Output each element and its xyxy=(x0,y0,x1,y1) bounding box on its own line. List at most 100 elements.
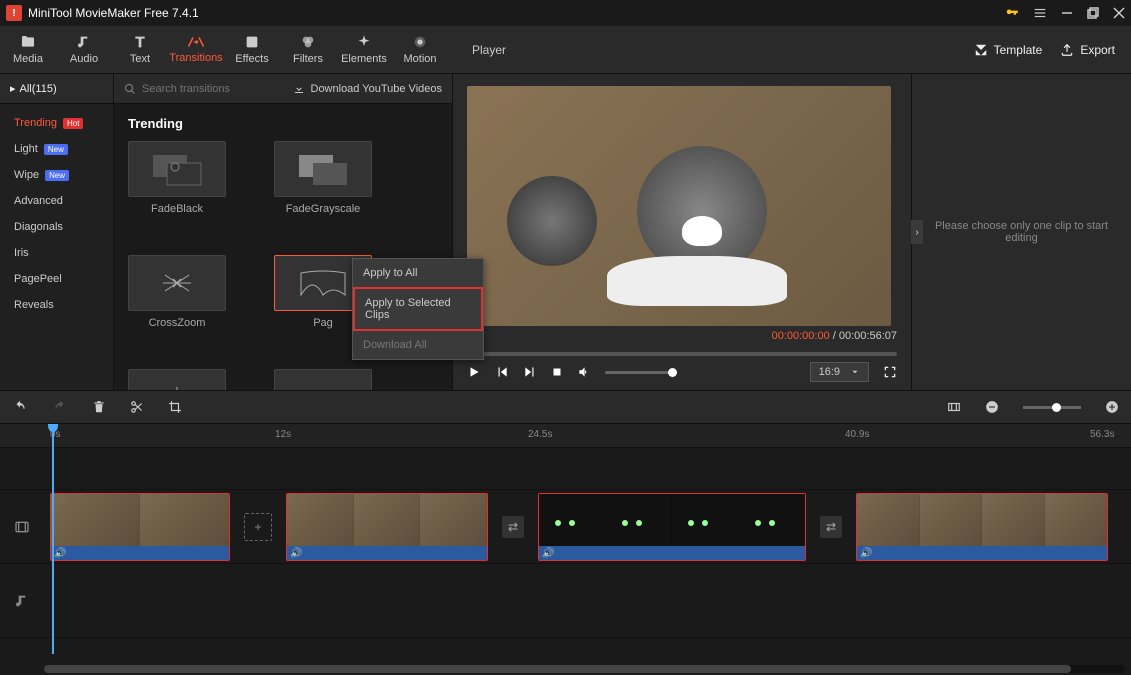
player-panel: 00:00:00:00 / 00:00:56:07 xyxy=(452,74,911,390)
export-button[interactable]: Export xyxy=(1060,43,1115,57)
category-pagepeel[interactable]: PagePeel xyxy=(0,266,113,292)
export-icon xyxy=(1060,43,1074,57)
search-input[interactable] xyxy=(142,83,262,95)
sparkle-icon xyxy=(356,34,372,50)
download-icon xyxy=(293,83,305,95)
audio-track-icon xyxy=(0,564,44,638)
music-note-icon xyxy=(76,34,92,50)
ruler-mark: 40.9s xyxy=(845,429,869,440)
volume-slider[interactable] xyxy=(605,371,677,374)
category-wipe[interactable]: WipeNew xyxy=(0,162,113,188)
category-advanced[interactable]: Advanced xyxy=(0,188,113,214)
timeline-ruler[interactable]: 0s12s24.5s40.9s56.3s xyxy=(0,424,1131,448)
player-label: Player xyxy=(472,43,506,57)
transition-slot-3[interactable]: ⇄ xyxy=(820,516,842,538)
properties-panel: › Please choose only one clip to start e… xyxy=(911,74,1131,390)
crop-button[interactable] xyxy=(168,400,182,414)
close-button[interactable] xyxy=(1113,7,1125,19)
undo-button[interactable] xyxy=(12,400,28,414)
next-frame-button[interactable] xyxy=(523,365,537,379)
motion-icon xyxy=(412,34,428,50)
zoom-fit-button[interactable] xyxy=(947,400,961,414)
template-icon xyxy=(974,43,988,57)
tab-media[interactable]: Media xyxy=(0,34,56,65)
filters-icon xyxy=(300,34,316,50)
audio-track[interactable] xyxy=(44,564,1131,638)
duration: / xyxy=(830,330,839,342)
tab-filters[interactable]: Filters xyxy=(280,34,336,65)
tab-audio[interactable]: Audio xyxy=(56,34,112,65)
category-reveals[interactable]: Reveals xyxy=(0,292,113,318)
maximize-button[interactable] xyxy=(1087,7,1099,19)
tab-transitions[interactable]: Transitions xyxy=(168,34,224,65)
tab-elements[interactable]: Elements xyxy=(336,34,392,65)
ruler-mark: 56.3s xyxy=(1090,429,1114,440)
title-bar: ! MiniTool MovieMaker Free 7.4.1 xyxy=(0,0,1131,26)
timeline: 0s12s24.5s40.9s56.3s 🔊 + 🔊 ⇄ xyxy=(0,424,1131,675)
zoom-slider[interactable] xyxy=(1023,406,1081,409)
license-key-icon[interactable] xyxy=(1005,6,1019,20)
collapse-panel-button[interactable]: › xyxy=(911,220,923,244)
volume-icon[interactable] xyxy=(577,365,591,379)
clip-1[interactable]: 🔊 xyxy=(50,493,230,561)
ruler-mark: 12s xyxy=(275,429,291,440)
transition-thumb-fadegrayscale[interactable]: FadeGrayscale xyxy=(274,141,372,215)
zoom-in-button[interactable] xyxy=(1105,400,1119,414)
section-title: Trending xyxy=(128,116,438,131)
aspect-ratio-select[interactable]: 16:9 xyxy=(810,362,869,382)
category-diagonals[interactable]: Diagonals xyxy=(0,214,113,240)
fullscreen-button[interactable] xyxy=(883,365,897,379)
clip-3[interactable]: 🔊 xyxy=(538,493,806,561)
tab-text[interactable]: Text xyxy=(112,34,168,65)
transition-thumb-burn[interactable]: Burn xyxy=(128,369,226,390)
context-menu: Apply to All Apply to Selected Clips Dow… xyxy=(352,258,484,360)
panel-hint: Please choose only one clip to start edi… xyxy=(922,220,1121,244)
tab-effects[interactable]: Effects xyxy=(224,34,280,65)
template-button[interactable]: Template xyxy=(974,43,1043,57)
redo-button[interactable] xyxy=(52,400,68,414)
playhead[interactable] xyxy=(52,424,54,654)
transition-slot-1[interactable]: + xyxy=(244,513,272,541)
clip-4[interactable]: 🔊 xyxy=(856,493,1108,561)
transition-thumb-crosszoom[interactable]: CrossZoom xyxy=(128,255,226,329)
category-sidebar: ▸ All(115) TrendingHotLightNewWipeNewAdv… xyxy=(0,74,114,390)
transitions-icon xyxy=(187,35,205,49)
search-icon xyxy=(124,83,136,95)
transition-thumb-fadeblack[interactable]: FadeBlack xyxy=(128,141,226,215)
play-button[interactable] xyxy=(467,365,481,379)
timeline-scrollbar[interactable] xyxy=(44,665,1125,673)
split-button[interactable] xyxy=(130,400,144,414)
category-all[interactable]: ▸ All(115) xyxy=(0,74,113,104)
clip-2[interactable]: 🔊 xyxy=(286,493,488,561)
app-title: MiniTool MovieMaker Free 7.4.1 xyxy=(28,6,1005,20)
current-time: 00:00:00:00 xyxy=(772,330,830,342)
download-youtube-link[interactable]: Download YouTube Videos xyxy=(293,83,443,95)
category-trending[interactable]: TrendingHot xyxy=(0,110,113,136)
stop-button[interactable] xyxy=(551,366,563,378)
folder-icon xyxy=(19,34,37,50)
ctx-apply-selected[interactable]: Apply to Selected Clips xyxy=(353,287,483,331)
chevron-down-icon xyxy=(850,367,860,377)
transition-thumb-fold[interactable]: Fold xyxy=(274,369,372,390)
seek-bar[interactable] xyxy=(467,352,897,356)
menu-icon[interactable] xyxy=(1033,6,1047,20)
category-iris[interactable]: Iris xyxy=(0,240,113,266)
ctx-apply-all[interactable]: Apply to All xyxy=(353,259,483,287)
track-icon-spacer xyxy=(0,448,44,490)
video-track[interactable]: 🔊 + 🔊 ⇄ 🔊 ⇄ 🔊 xyxy=(44,490,1131,564)
tab-motion[interactable]: Motion xyxy=(392,34,448,65)
text-icon xyxy=(132,34,148,50)
category-light[interactable]: LightNew xyxy=(0,136,113,162)
transition-slot-2[interactable]: ⇄ xyxy=(502,516,524,538)
video-preview[interactable] xyxy=(467,86,891,326)
app-logo: ! xyxy=(6,5,22,21)
video-track-icon xyxy=(0,490,44,564)
timeline-toolbar xyxy=(0,390,1131,424)
delete-button[interactable] xyxy=(92,400,106,414)
ctx-download-all[interactable]: Download All xyxy=(353,331,483,359)
prev-frame-button[interactable] xyxy=(495,365,509,379)
zoom-out-button[interactable] xyxy=(985,400,999,414)
ruler-mark: 24.5s xyxy=(528,429,552,440)
minimize-button[interactable] xyxy=(1061,7,1073,19)
effects-icon xyxy=(244,34,260,50)
